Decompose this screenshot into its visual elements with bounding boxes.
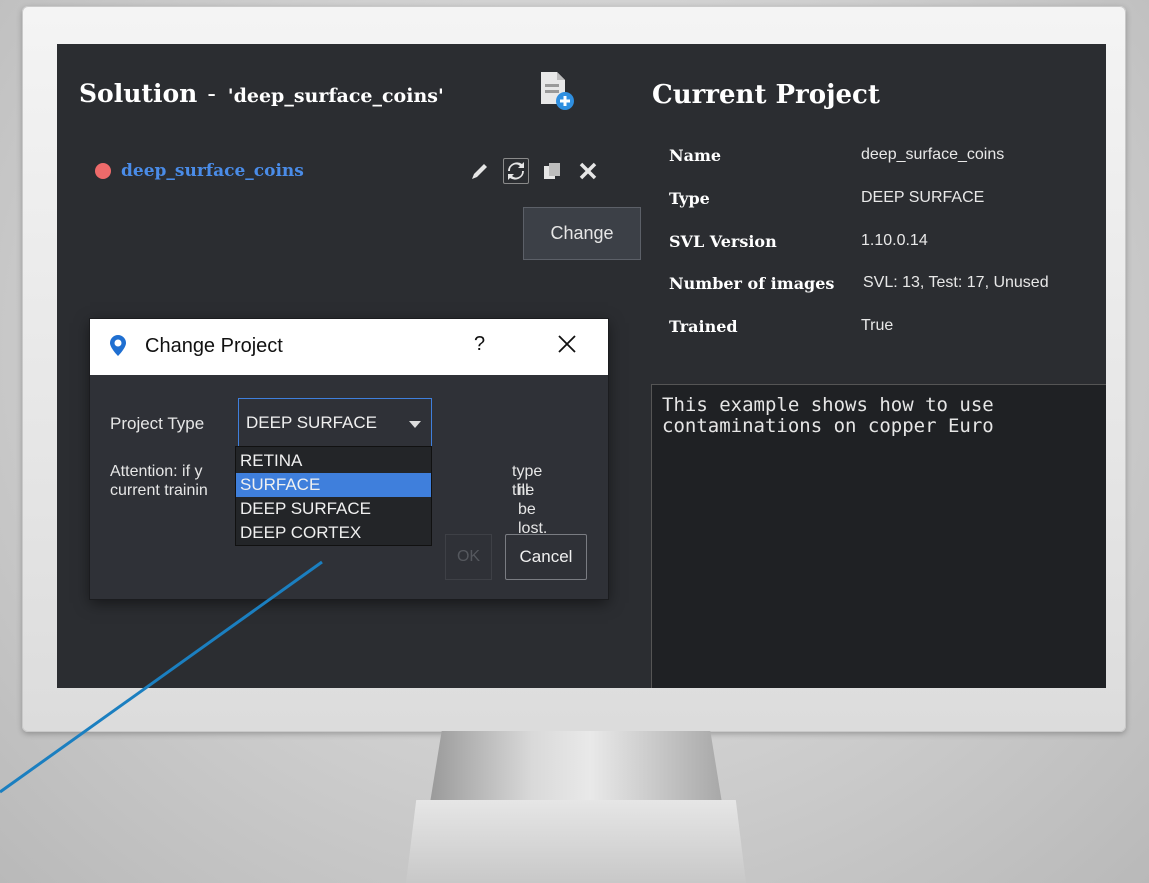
pointer-line bbox=[0, 560, 323, 794]
